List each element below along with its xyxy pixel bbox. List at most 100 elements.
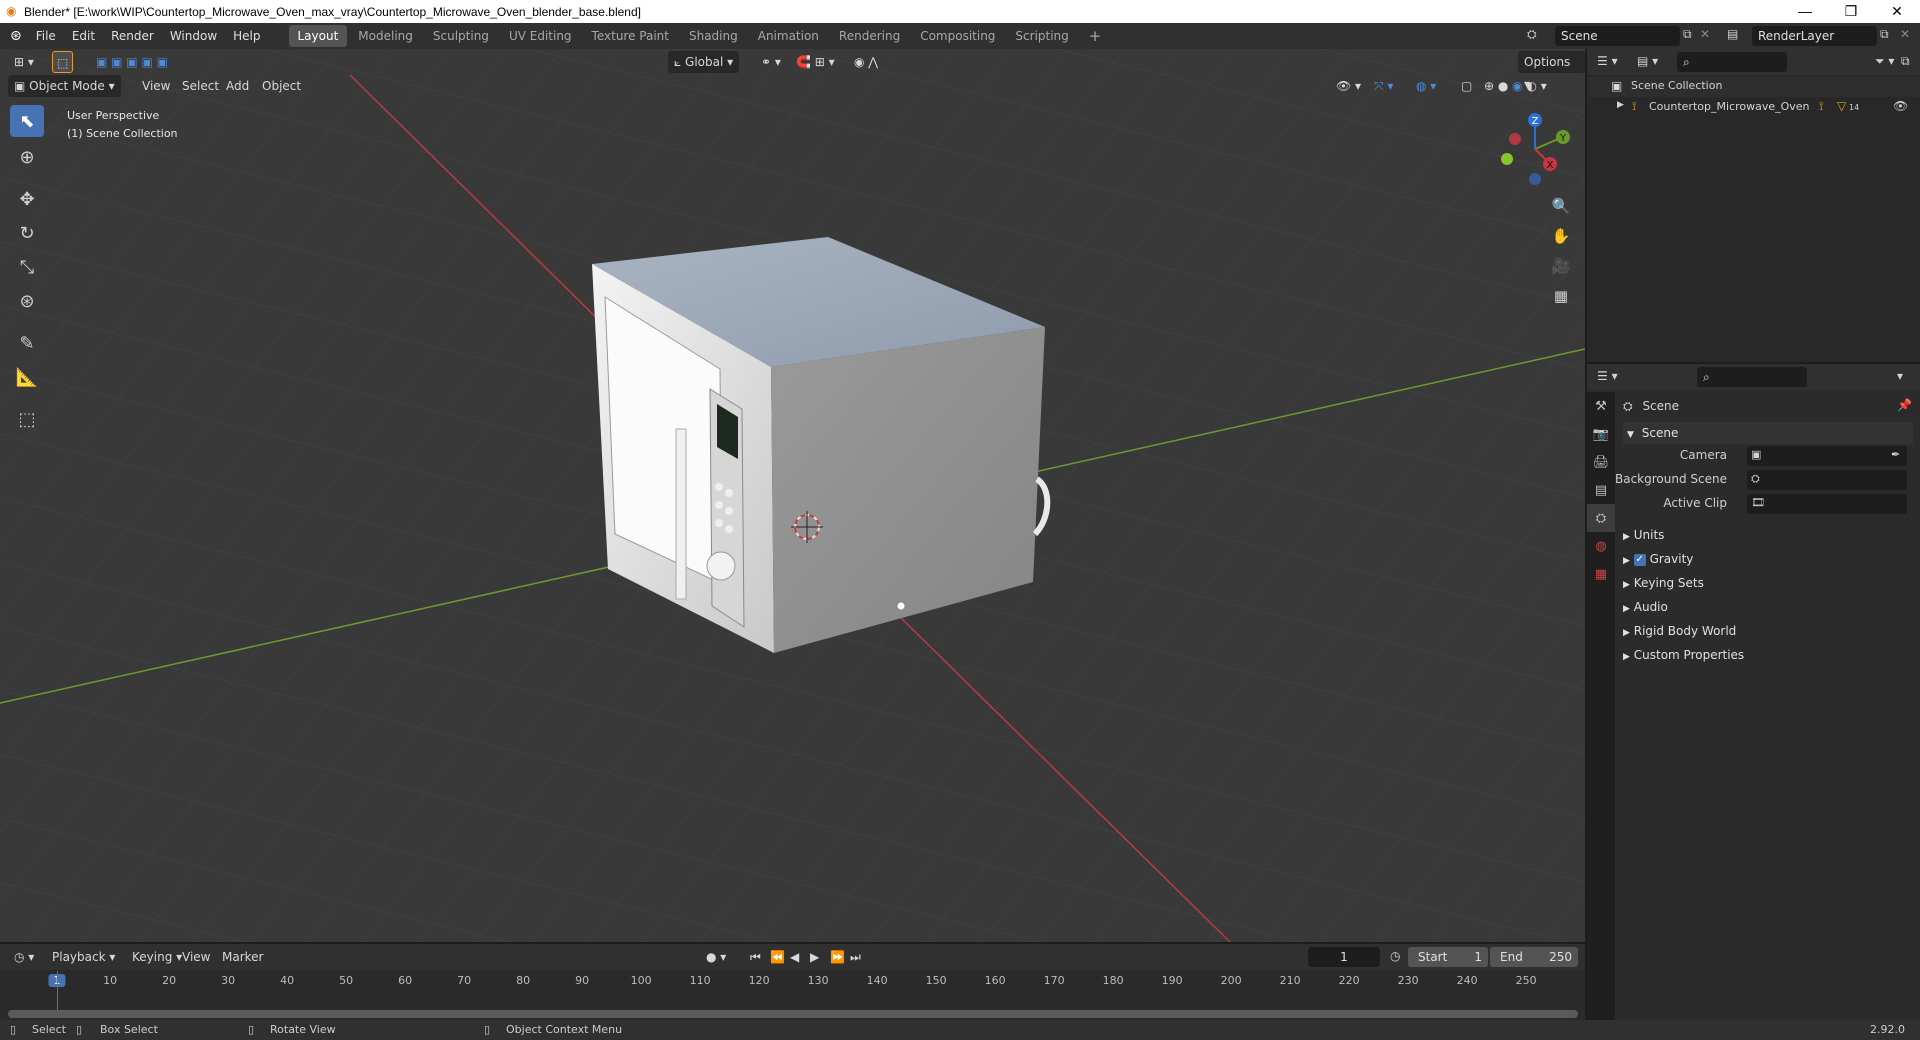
tab-texture-paint[interactable]: Texture Paint bbox=[583, 25, 678, 47]
visibility-icon[interactable]: 👁 ▾ bbox=[1330, 75, 1367, 97]
navigation-gizmo[interactable]: Z Y X bbox=[1490, 109, 1580, 189]
overlay-toggle-icon[interactable]: ◍ ▾ bbox=[1410, 75, 1442, 97]
selection-mode-icons[interactable]: ▣ ▣ ▣ ▣ ▣ bbox=[90, 51, 174, 73]
new-collection-icon[interactable]: ⧉ bbox=[1901, 54, 1910, 69]
display-mode-icon[interactable]: ▤ ▾ bbox=[1637, 54, 1658, 68]
annotate-tool[interactable]: ✎ bbox=[10, 327, 44, 359]
timeline-scrollbar-thumb[interactable] bbox=[8, 1010, 1578, 1018]
proportional-edit-icon[interactable]: ◉ ⋀ bbox=[848, 51, 884, 73]
camera-field[interactable]: ▣ ✒ bbox=[1747, 446, 1907, 466]
gizmo-toggle-icon[interactable]: ⤧ ▾ bbox=[1368, 75, 1399, 97]
rotate-tool[interactable]: ↻ bbox=[10, 217, 44, 249]
tab-compositing[interactable]: Compositing bbox=[911, 25, 1004, 47]
panel-custom-properties[interactable]: ▶ Custom Properties bbox=[1623, 644, 1744, 666]
zoom-icon[interactable]: 🔍 bbox=[1547, 192, 1575, 220]
tab-animation[interactable]: Animation bbox=[749, 25, 828, 47]
3d-viewport[interactable]: ⊞ ▾ ⬚ ▣ ▣ ▣ ▣ ▣ ⟀ Global ▾ ⚭ ▾ 🧲 ⊞ ▾ ◉ ⋀… bbox=[0, 49, 1585, 942]
view-menu[interactable]: View bbox=[136, 75, 176, 97]
xray-toggle-icon[interactable]: ▢ bbox=[1455, 75, 1478, 97]
current-frame-field[interactable]: 1 bbox=[1308, 947, 1380, 967]
pan-hand-icon[interactable]: ✋ bbox=[1547, 222, 1575, 250]
delete-scene-icon[interactable]: ✕ bbox=[1700, 27, 1710, 41]
minimize-button[interactable]: — bbox=[1782, 0, 1828, 23]
cursor-tool[interactable]: ⊕ bbox=[10, 141, 44, 173]
outliner-search-input[interactable]: ⌕ bbox=[1677, 52, 1787, 72]
select-menu[interactable]: Select bbox=[176, 75, 225, 97]
new-scene-icon[interactable]: ⧉ bbox=[1683, 27, 1692, 42]
new-view-layer-icon[interactable]: ⧉ bbox=[1880, 27, 1889, 42]
transform-orientation-dropdown[interactable]: ⟀ Global ▾ bbox=[668, 51, 740, 73]
editor-type-icon[interactable]: ⊞ ▾ bbox=[8, 51, 40, 73]
ortho-grid-icon[interactable]: ▦ bbox=[1547, 282, 1575, 310]
add-cube-tool[interactable]: ⬚ bbox=[10, 403, 44, 435]
filter-icon[interactable]: ⏷ ▾ bbox=[1875, 54, 1894, 69]
tab-world[interactable]: ◍ bbox=[1587, 532, 1615, 560]
tab-tool[interactable]: ⚒ bbox=[1587, 392, 1615, 420]
background-scene-field[interactable]: ⛭ bbox=[1747, 470, 1907, 490]
menu-render[interactable]: Render bbox=[103, 23, 162, 49]
move-tool[interactable]: ✥ bbox=[10, 183, 44, 215]
timeline-view-menu[interactable]: View bbox=[176, 946, 216, 968]
menu-window[interactable]: Window bbox=[162, 23, 225, 49]
panel-audio[interactable]: ▶ Audio bbox=[1623, 596, 1668, 618]
select-box-tool[interactable]: ⬉ bbox=[10, 105, 44, 137]
play-icon[interactable]: ▶ bbox=[804, 946, 825, 968]
blender-menu-icon[interactable]: ⊛ bbox=[10, 28, 22, 44]
delete-view-layer-icon[interactable]: ✕ bbox=[1900, 27, 1910, 41]
tab-uv-editing[interactable]: UV Editing bbox=[500, 25, 581, 47]
pin-icon[interactable]: 📌 bbox=[1897, 398, 1912, 412]
snap-icon[interactable]: 🧲 ⊞ ▾ bbox=[790, 51, 841, 73]
properties-options-icon[interactable]: ▾ bbox=[1897, 369, 1903, 383]
timeline-editor-type-icon[interactable]: ◷ ▾ bbox=[8, 946, 40, 968]
playback-menu[interactable]: Playback ▾ bbox=[46, 946, 121, 968]
scene-selector[interactable]: Scene bbox=[1555, 26, 1680, 46]
marker-menu[interactable]: Marker bbox=[216, 946, 269, 968]
menu-file[interactable]: File bbox=[28, 23, 64, 49]
scene-section-header[interactable]: ▼ Scene bbox=[1623, 422, 1913, 444]
active-clip-field[interactable]: 🎞 bbox=[1747, 494, 1907, 514]
add-menu[interactable]: Add bbox=[220, 75, 255, 97]
timeline-scrollbar[interactable] bbox=[8, 1010, 1578, 1018]
panel-rigid-body-world[interactable]: ▶ Rigid Body World bbox=[1623, 620, 1736, 642]
outliner-editor-type-icon[interactable]: ☰ ▾ bbox=[1597, 54, 1618, 68]
scene-icon[interactable]: ⛭ bbox=[1527, 27, 1537, 42]
tab-rendering[interactable]: Rendering bbox=[830, 25, 909, 47]
eye-visibility-icon[interactable]: 👁 bbox=[1893, 99, 1908, 113]
clock-icon[interactable]: ◷ bbox=[1390, 949, 1400, 963]
play-reverse-icon[interactable]: ◀ bbox=[784, 946, 805, 968]
eyedropper-icon[interactable]: ✒ bbox=[1891, 448, 1900, 461]
panel-gravity[interactable]: ▶ ✓ Gravity bbox=[1623, 548, 1693, 570]
record-keyframe-icon[interactable]: ● ▾ bbox=[700, 946, 732, 968]
menu-help[interactable]: Help bbox=[225, 23, 268, 49]
properties-editor-type-icon[interactable]: ☰ ▾ bbox=[1597, 369, 1618, 383]
tab-shading[interactable]: Shading bbox=[680, 25, 747, 47]
view-layer-icon[interactable]: ▤ bbox=[1727, 27, 1738, 41]
expand-arrow-icon[interactable]: ▶ bbox=[1617, 100, 1624, 110]
tab-texture[interactable]: ▦ bbox=[1587, 560, 1615, 588]
maximize-button[interactable]: ❐ bbox=[1828, 0, 1874, 23]
outliner-root-row[interactable]: ▣ Scene Collection bbox=[1587, 77, 1920, 97]
shading-modes-icons[interactable]: ⊕ ● ◉ ◐ ▾ bbox=[1478, 75, 1553, 97]
tab-sculpting[interactable]: Sculpting bbox=[424, 25, 498, 47]
start-frame-field[interactable]: Start 1 bbox=[1408, 947, 1488, 967]
panel-units[interactable]: ▶ Units bbox=[1623, 524, 1664, 546]
timeline-ruler[interactable]: 1102030405060708090100110120130140150160… bbox=[0, 971, 1585, 991]
menu-edit[interactable]: Edit bbox=[64, 23, 103, 49]
select-tool-icon[interactable]: ⬚ bbox=[52, 51, 74, 73]
properties-search-input[interactable]: ⌕ bbox=[1697, 367, 1807, 387]
object-menu[interactable]: Object bbox=[256, 75, 307, 97]
options-dropdown[interactable]: Options ▾ bbox=[1518, 51, 1585, 91]
end-frame-field[interactable]: End 250 bbox=[1490, 947, 1578, 967]
close-button[interactable]: ✕ bbox=[1874, 0, 1920, 23]
gravity-checkbox[interactable]: ✓ bbox=[1633, 553, 1646, 566]
scale-tool[interactable]: ⤡ bbox=[10, 251, 44, 283]
tab-layout[interactable]: Layout bbox=[288, 25, 348, 47]
jump-end-icon[interactable]: ⏭ bbox=[844, 946, 867, 968]
pivot-point-icon[interactable]: ⚭ ▾ bbox=[755, 51, 787, 73]
panel-keying-sets[interactable]: ▶ Keying Sets bbox=[1623, 572, 1704, 594]
measure-tool[interactable]: 📐 bbox=[10, 361, 44, 393]
add-workspace-button[interactable]: + bbox=[1080, 25, 1111, 47]
transform-tool[interactable]: ⊛ bbox=[10, 285, 44, 317]
mode-dropdown[interactable]: ▣ Object Mode ▾ bbox=[8, 75, 121, 97]
view-layer-selector[interactable]: RenderLayer bbox=[1752, 26, 1877, 46]
